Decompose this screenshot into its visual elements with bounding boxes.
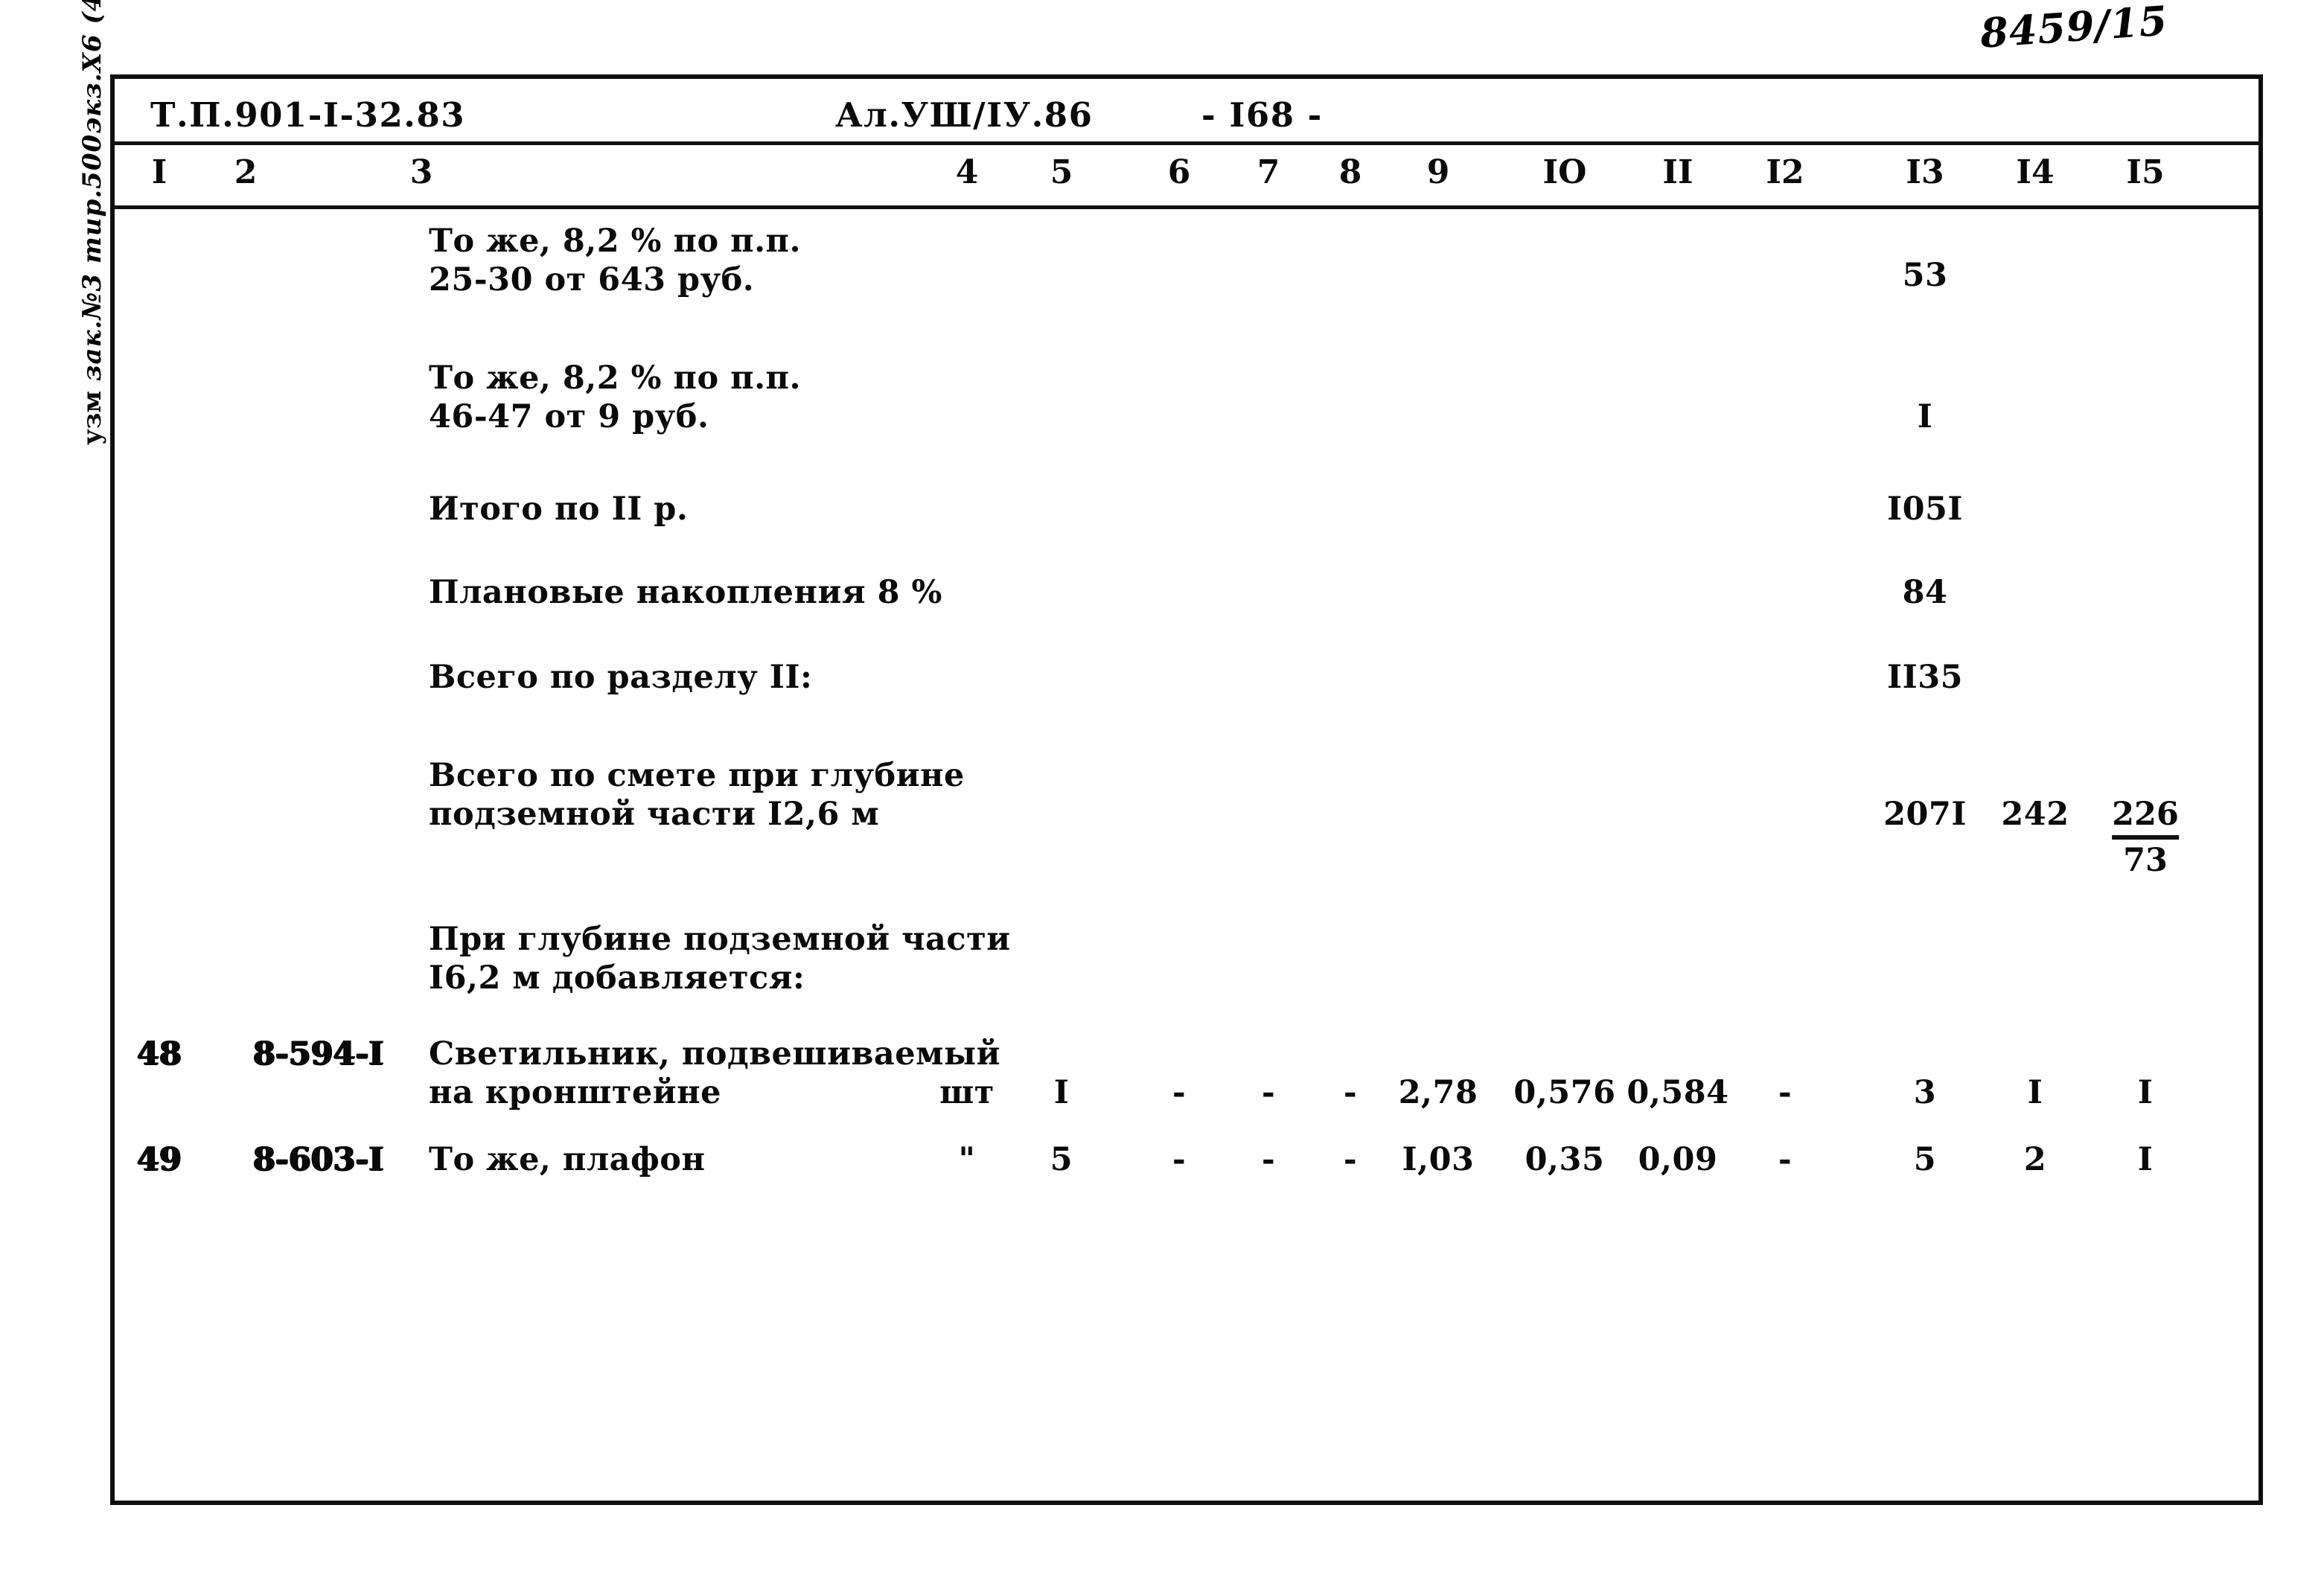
item-description: То же, 8,2 % по п.п. 25-30 от 643 руб. (429, 223, 801, 298)
value-col-I2: - (1778, 1141, 1793, 1178)
quantity: I (1053, 1074, 1070, 1111)
item-description: Итого по II р. (429, 491, 689, 528)
unit-of-measure: " (958, 1141, 976, 1178)
column-number-II: II (1662, 153, 1693, 191)
value-col-6: - (1172, 1141, 1187, 1178)
column-number-3: 3 (409, 153, 433, 191)
column-number-4: 4 (955, 153, 979, 191)
value-col-7: - (1261, 1141, 1276, 1178)
value-col-I3: 207I (1883, 796, 1967, 833)
value-col-I4: I (2027, 1074, 2043, 1111)
value-col-I3: II35 (1886, 659, 1964, 696)
value-col-I3: I05I (1886, 491, 1964, 528)
item-description: Плановые накопления 8 % (429, 574, 942, 611)
column-number-I3: I3 (1906, 153, 1944, 191)
quantity: 5 (1050, 1141, 1073, 1178)
value-col-6: - (1172, 1074, 1187, 1111)
value-col-8: - (1343, 1074, 1358, 1111)
value-col-9: I,03 (1402, 1141, 1475, 1178)
page-number: - I68 - (1201, 95, 1323, 135)
value-col-I5: I (2137, 1141, 2154, 1178)
column-number-5: 5 (1050, 153, 1073, 191)
value-col-7: - (1261, 1074, 1276, 1111)
column-number-I5: I5 (2126, 153, 2165, 191)
value-col-I5: I (2137, 1074, 2154, 1111)
row-number: 48 (137, 1035, 182, 1073)
column-number-6: 6 (1167, 153, 1191, 191)
item-description: Всего по смете при глубине подземной час… (429, 757, 965, 833)
value-col-II: 0,584 (1627, 1074, 1729, 1111)
scanned-page: 8459/15 узм зак.№3 тир.500экз.Х6 (43-ч) … (0, 0, 2324, 1572)
value-col-I3: 3 (1913, 1074, 1937, 1111)
item-description: Всего по разделу II: (429, 659, 813, 696)
column-number-I4: I4 (2016, 153, 2055, 191)
item-code: 8-603-I (253, 1141, 384, 1178)
item-description: То же, 8,2 % по п.п. 46-47 от 9 руб. (429, 360, 801, 435)
item-description: При глубине подземной части I6,2 м добав… (429, 921, 1011, 997)
handwritten-document-number: 8459/15 (1979, 0, 2170, 57)
value-col-I3: 84 (1902, 574, 1948, 611)
value-col-I2: - (1778, 1074, 1793, 1111)
value-col-I3: I (1917, 398, 1933, 435)
column-number-2: 2 (234, 153, 258, 191)
value-col-8: - (1343, 1141, 1358, 1178)
value-col-I4: 242 (2001, 796, 2069, 833)
column-number-I: I (151, 153, 167, 191)
fraction-bar (2112, 835, 2179, 840)
left-margin-handwritten-text: зак.№3 тир.500экз.Х6 (43-ч) (77, 0, 107, 382)
fraction-denominator: 73 (2123, 842, 2168, 879)
table-header-line: Т.П.901-I-32.83 Ал.УШ/IУ.86 - I68 - (115, 79, 2258, 141)
estimate-table: Т.П.901-I-32.83 Ал.УШ/IУ.86 - I68 - I234… (110, 74, 2263, 1505)
column-number-I2: I2 (1766, 153, 1804, 191)
column-number-9: 9 (1426, 153, 1450, 191)
value-col-I4: 2 (2023, 1141, 2047, 1178)
value-col-IO: 0,35 (1525, 1141, 1605, 1178)
column-number-IO: IO (1542, 153, 1587, 191)
value-col-I5-fraction: 226 73 (2112, 795, 2179, 880)
row-number: 49 (137, 1141, 182, 1178)
value-col-I3: 53 (1902, 257, 1948, 294)
item-description: Светильник, подвешиваемый на кронштейне (429, 1035, 1000, 1111)
left-margin-typed-label: узм (77, 391, 107, 445)
fraction-numerator: 226 (2112, 796, 2179, 833)
value-col-9: 2,78 (1398, 1074, 1478, 1111)
column-number-7: 7 (1257, 153, 1280, 191)
item-code: 8-594-I (253, 1035, 384, 1073)
document-code: Т.П.901-I-32.83 (150, 95, 466, 135)
left-margin-note: узм зак.№3 тир.500экз.Х6 (43-ч) (77, 0, 107, 445)
value-col-II: 0,09 (1638, 1141, 1718, 1178)
item-description: То же, плафон (429, 1141, 706, 1178)
value-col-I3: 5 (1913, 1141, 1937, 1178)
value-col-IO: 0,576 (1513, 1074, 1616, 1111)
album-reference: Ал.УШ/IУ.86 (835, 95, 1094, 135)
unit-of-measure: шт (939, 1074, 995, 1111)
column-number-strip: I 2 3 4 5 6 7 8 9 IO II I2 I3 I4 I5 (115, 141, 2258, 205)
table-body: То же, 8,2 % по п.п. 25-30 от 643 руб. 53… (115, 205, 2258, 1501)
column-number-8: 8 (1338, 153, 1362, 191)
